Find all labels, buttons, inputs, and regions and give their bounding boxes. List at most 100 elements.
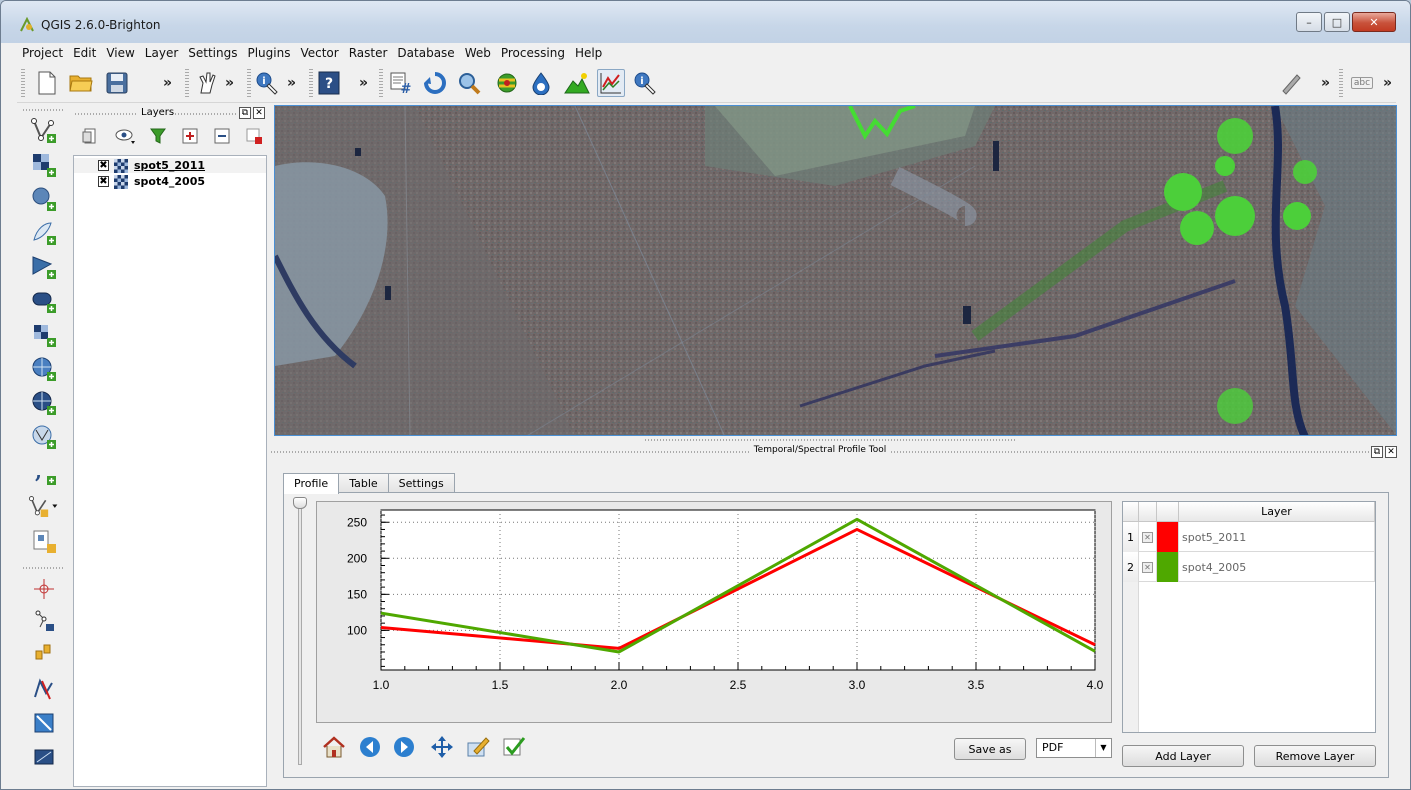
- check-icon[interactable]: [502, 735, 526, 759]
- layer-item[interactable]: ✖ spot5_2011: [74, 158, 266, 173]
- toolbar-overflow[interactable]: »: [359, 75, 368, 91]
- digitize-pencil-icon[interactable]: [1277, 69, 1305, 97]
- pan-map-icon[interactable]: [193, 69, 221, 97]
- terrain-icon[interactable]: [563, 69, 591, 97]
- toolbar-overflow[interactable]: »: [225, 75, 234, 91]
- back-arrow-icon[interactable]: [358, 735, 382, 759]
- layer-visibility-checkbox[interactable]: ✖: [98, 176, 109, 187]
- refresh-icon[interactable]: [421, 69, 449, 97]
- add-virtual-layer-icon[interactable]: [29, 527, 59, 555]
- add-wfs-layer-icon[interactable]: [29, 423, 59, 451]
- map-canvas[interactable]: [274, 105, 1397, 436]
- add-delimited-text-icon[interactable]: ,: [29, 459, 59, 487]
- toolbar-overflow[interactable]: »: [1383, 75, 1392, 91]
- menu-edit[interactable]: Edit: [68, 46, 101, 60]
- add-vector-layer-icon[interactable]: [29, 117, 59, 145]
- identify-icon[interactable]: i: [253, 69, 281, 97]
- layer-visibility-checkbox[interactable]: ✖: [98, 160, 109, 171]
- remove-layer-button[interactable]: Remove Layer: [1254, 745, 1376, 767]
- processing-icon[interactable]: [493, 69, 521, 97]
- new-shapefile-icon[interactable]: [29, 493, 59, 521]
- save-as-button[interactable]: Save as: [954, 738, 1026, 760]
- table-row[interactable]: 1 ✕ spot5_2011: [1123, 522, 1375, 552]
- new-project-icon[interactable]: [33, 69, 61, 97]
- identify-features-icon[interactable]: i: [631, 69, 659, 97]
- offset-tool-icon[interactable]: [29, 639, 59, 667]
- collapse-all-icon[interactable]: [213, 127, 231, 145]
- maximize-button[interactable]: □: [1324, 12, 1350, 32]
- add-raster-layer-icon[interactable]: [29, 151, 59, 179]
- crosshair-tool-icon[interactable]: [29, 575, 59, 603]
- help-icon[interactable]: ?: [315, 69, 343, 97]
- minimize-button[interactable]: –: [1296, 12, 1322, 32]
- add-oracle-layer-icon[interactable]: [29, 287, 59, 315]
- row-checkbox[interactable]: ✕: [1139, 552, 1157, 582]
- table-row[interactable]: 2 ✕ spot4_2005: [1123, 552, 1375, 582]
- home-icon[interactable]: [322, 735, 346, 759]
- raster-terrain-icon[interactable]: [29, 743, 59, 771]
- add-layer-button[interactable]: Add Layer: [1122, 745, 1244, 767]
- dock-grip[interactable]: [891, 451, 1369, 453]
- add-wms-layer-icon[interactable]: [29, 355, 59, 383]
- add-group-icon[interactable]: [81, 127, 99, 145]
- add-wcs-layer-icon[interactable]: [29, 389, 59, 417]
- toolbar-grip[interactable]: [185, 69, 189, 97]
- pan-arrows-icon[interactable]: [430, 735, 454, 759]
- table-header-layer[interactable]: Layer: [1179, 502, 1375, 522]
- dock-grip[interactable]: [75, 113, 137, 115]
- toolbar-grip[interactable]: [309, 69, 313, 97]
- close-button[interactable]: ✕: [1352, 12, 1396, 32]
- menu-help[interactable]: Help: [570, 46, 607, 60]
- toolbar-overflow[interactable]: »: [287, 75, 296, 91]
- raster-info-icon[interactable]: [527, 69, 555, 97]
- label-abc-icon[interactable]: abc: [1347, 69, 1377, 97]
- remove-layer-icon[interactable]: [245, 127, 263, 145]
- tab-profile[interactable]: Profile: [283, 473, 340, 494]
- save-project-icon[interactable]: [103, 69, 131, 97]
- row-color-swatch[interactable]: [1157, 522, 1179, 552]
- profile-chart[interactable]: 1.0 1.5 2.0 2.5 3.0 3.5 4.0 100 150 200 250: [317, 502, 1111, 722]
- toolbar-grip[interactable]: [21, 69, 25, 97]
- visibility-eye-icon[interactable]: [115, 127, 137, 145]
- toolbar-grip[interactable]: [379, 69, 383, 97]
- add-spatialite-layer-icon[interactable]: [29, 219, 59, 247]
- menu-database[interactable]: Database: [392, 46, 459, 60]
- toolbar-overflow[interactable]: »: [163, 75, 172, 91]
- float-panel-icon[interactable]: ⧉: [239, 107, 251, 119]
- menu-settings[interactable]: Settings: [183, 46, 242, 60]
- row-checkbox[interactable]: ✕: [1139, 522, 1157, 552]
- expand-all-icon[interactable]: [181, 127, 199, 145]
- menu-processing[interactable]: Processing: [496, 46, 570, 60]
- format-select[interactable]: PDF ▼: [1036, 738, 1112, 758]
- filter-icon[interactable]: [149, 127, 167, 145]
- split-tool-icon[interactable]: [29, 675, 59, 703]
- vertical-slider[interactable]: [298, 503, 302, 765]
- layer-item[interactable]: ✖ spot4_2005: [74, 174, 266, 189]
- menu-web[interactable]: Web: [460, 46, 496, 60]
- float-panel-icon[interactable]: ⧉: [1371, 446, 1383, 458]
- row-color-swatch[interactable]: [1157, 552, 1179, 582]
- zoom-to-layer-icon[interactable]: [455, 69, 483, 97]
- slider-handle[interactable]: [293, 497, 307, 509]
- toolbar-overflow[interactable]: »: [1321, 75, 1330, 91]
- close-panel-icon[interactable]: ✕: [253, 107, 265, 119]
- tab-settings[interactable]: Settings: [387, 473, 455, 493]
- add-sqlanywhere-layer-icon[interactable]: [29, 321, 59, 349]
- dock-grip[interactable]: [645, 439, 1015, 441]
- menu-plugins[interactable]: Plugins: [242, 46, 295, 60]
- menu-layer[interactable]: Layer: [140, 46, 183, 60]
- close-panel-icon[interactable]: ✕: [1385, 446, 1397, 458]
- tab-table[interactable]: Table: [338, 473, 389, 493]
- toolbar-grip[interactable]: [1339, 69, 1343, 97]
- toolbar-grip[interactable]: [247, 69, 251, 97]
- coordinate-capture-icon[interactable]: #: [387, 69, 415, 97]
- menu-project[interactable]: Project: [17, 46, 68, 60]
- dock-grip[interactable]: [175, 113, 237, 115]
- georeferencer-icon[interactable]: [29, 709, 59, 737]
- node-tool-icon[interactable]: [29, 607, 59, 635]
- menu-vector[interactable]: Vector: [295, 46, 343, 60]
- edit-settings-icon[interactable]: [466, 735, 490, 759]
- menu-raster[interactable]: Raster: [344, 46, 393, 60]
- add-postgis-layer-icon[interactable]: [29, 185, 59, 213]
- forward-arrow-icon[interactable]: [392, 735, 416, 759]
